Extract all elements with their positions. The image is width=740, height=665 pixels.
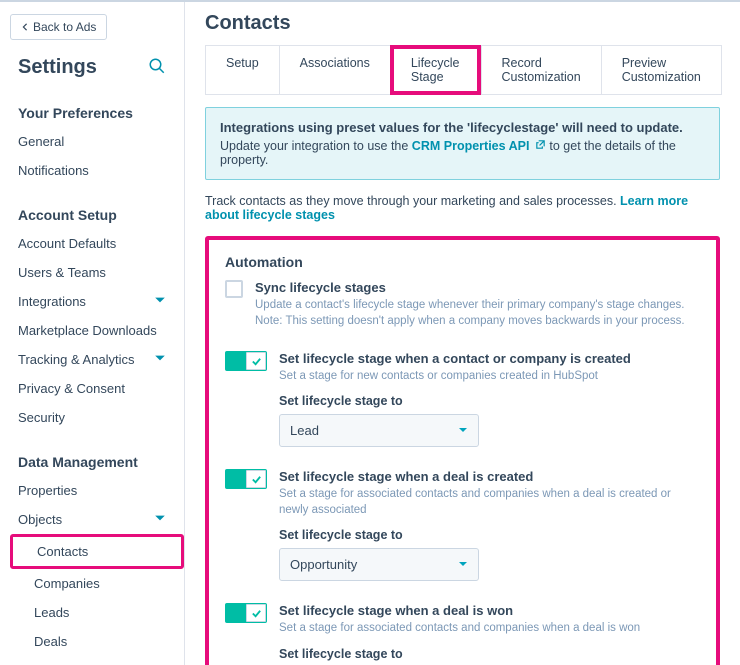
nav-objects[interactable]: Objects	[0, 505, 184, 534]
nav-account-defaults[interactable]: Account Defaults	[0, 229, 184, 258]
track-description: Track contacts as they move through your…	[205, 194, 720, 222]
tab-preview-customization[interactable]: Preview Customization	[601, 45, 722, 95]
nav-general[interactable]: General	[0, 127, 184, 156]
select-deal-created[interactable]: Opportunity	[279, 548, 479, 581]
integration-warning-banner: Integrations using preset values for the…	[205, 107, 720, 180]
nav-objects-tickets[interactable]: Tickets	[0, 656, 184, 665]
nav-users-teams[interactable]: Users & Teams	[0, 258, 184, 287]
select-on-create[interactable]: Lead	[279, 414, 479, 447]
tab-setup[interactable]: Setup	[205, 45, 279, 95]
nav-marketplace-downloads[interactable]: Marketplace Downloads	[0, 316, 184, 345]
check-icon	[246, 470, 266, 488]
nav-integrations[interactable]: Integrations	[0, 287, 184, 316]
chevron-down-icon	[154, 512, 166, 527]
check-icon	[246, 352, 266, 370]
nav-tracking-analytics[interactable]: Tracking & Analytics	[0, 345, 184, 374]
nav-notifications[interactable]: Notifications	[0, 156, 184, 185]
sync-lifecycle-desc: Update a contact's lifecycle stage whene…	[255, 297, 700, 329]
settings-heading: Settings	[18, 56, 97, 79]
tab-associations[interactable]: Associations	[279, 45, 390, 95]
nav-objects-companies[interactable]: Companies	[0, 569, 184, 598]
banner-body: Update your integration to use the CRM P…	[220, 139, 705, 167]
nav-objects-deals[interactable]: Deals	[0, 627, 184, 656]
nav-objects-contacts-highlight: Contacts	[10, 534, 184, 569]
sync-lifecycle-checkbox[interactable]	[225, 280, 243, 298]
automation-panel: Automation Sync lifecycle stages Update …	[205, 236, 720, 665]
back-label: Back to Ads	[33, 20, 96, 34]
field-label: Set lifecycle stage to	[279, 528, 700, 542]
nav-properties[interactable]: Properties	[0, 476, 184, 505]
field-label: Set lifecycle stage to	[279, 647, 700, 661]
back-to-ads-button[interactable]: Back to Ads	[10, 14, 107, 40]
setting-deal-created-label: Set lifecycle stage when a deal is creat…	[279, 469, 700, 484]
toggle-deal-created[interactable]	[225, 469, 267, 489]
setting-on-create-desc: Set a stage for new contacts or companie…	[279, 368, 700, 384]
tab-lifecycle-stage[interactable]: Lifecycle Stage	[390, 45, 481, 95]
banner-title: Integrations using preset values for the…	[220, 120, 705, 135]
page-title: Contacts	[205, 12, 720, 35]
nav-security[interactable]: Security	[0, 403, 184, 432]
section-your-preferences: Your Preferences	[0, 97, 184, 127]
setting-deal-won-desc: Set a stage for associated contacts and …	[279, 620, 700, 636]
sidebar: Back to Ads Settings Your Preferences Ge…	[0, 2, 185, 665]
setting-deal-won-label: Set lifecycle stage when a deal is won	[279, 603, 700, 618]
chevron-down-icon	[154, 294, 166, 309]
toggle-deal-won[interactable]	[225, 603, 267, 623]
search-icon[interactable]	[148, 57, 166, 78]
main-content: Contacts Setup Associations Lifecycle St…	[185, 2, 740, 665]
automation-header: Automation	[225, 254, 700, 270]
nav-privacy-consent[interactable]: Privacy & Consent	[0, 374, 184, 403]
nav-objects-leads[interactable]: Leads	[0, 598, 184, 627]
field-label: Set lifecycle stage to	[279, 394, 700, 408]
tab-record-customization[interactable]: Record Customization	[481, 45, 601, 95]
toggle-on-create[interactable]	[225, 351, 267, 371]
caret-down-icon	[458, 557, 468, 572]
caret-down-icon	[458, 423, 468, 438]
chevron-left-icon	[21, 20, 29, 34]
setting-deal-created-desc: Set a stage for associated contacts and …	[279, 486, 700, 518]
setting-on-create-label: Set lifecycle stage when a contact or co…	[279, 351, 700, 366]
nav-objects-contacts[interactable]: Contacts	[13, 537, 181, 566]
tab-bar: Setup Associations Lifecycle Stage Recor…	[205, 45, 720, 95]
section-account-setup: Account Setup	[0, 199, 184, 229]
section-data-management: Data Management	[0, 446, 184, 476]
chevron-down-icon	[154, 352, 166, 367]
sync-lifecycle-label: Sync lifecycle stages	[255, 280, 700, 295]
external-link-icon	[535, 139, 546, 150]
crm-properties-api-link[interactable]: CRM Properties API	[412, 139, 550, 153]
check-icon	[246, 604, 266, 622]
